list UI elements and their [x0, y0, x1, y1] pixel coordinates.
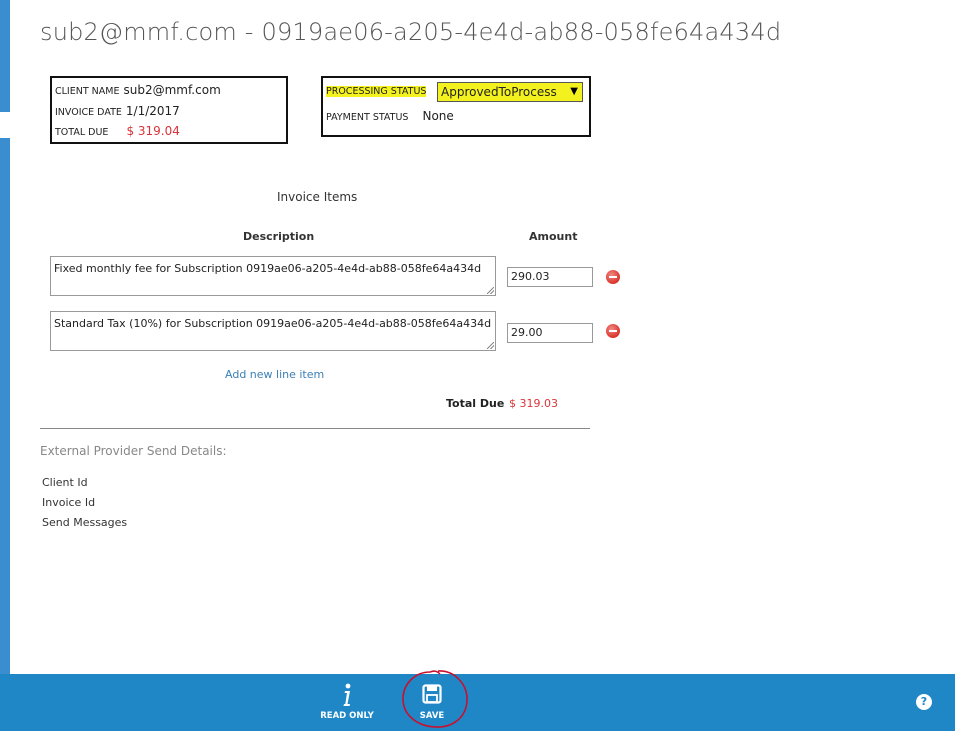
total-due-row: TOTAL DUE $ 319.04 [55, 124, 180, 138]
amount-column-header: Amount [529, 230, 578, 243]
resize-handle-icon[interactable] [487, 287, 494, 294]
invoice-id-label: Invoice Id [42, 496, 96, 509]
payment-status-value: None [422, 109, 454, 123]
invoice-date-label: INVOICE DATE [55, 107, 122, 118]
line-item-description-input[interactable]: Fixed monthly fee for Subscription 0919a… [50, 256, 496, 296]
side-accent-bottom [0, 138, 10, 674]
line-item-amount-input[interactable]: 29.00 [507, 323, 593, 343]
external-provider-title: External Provider Send Details: [40, 444, 227, 458]
save-label: SAVE [419, 711, 445, 721]
read-only-button[interactable]: READ ONLY [317, 674, 377, 731]
info-icon [343, 683, 351, 706]
section-divider [40, 428, 590, 429]
status-info-box: PROCESSING STATUS ApprovedToProcess ▼ PA… [321, 76, 591, 137]
processing-status-select[interactable]: ApprovedToProcess ▼ [437, 82, 583, 102]
remove-line-item-icon[interactable] [606, 324, 620, 338]
description-column-header: Description [243, 230, 315, 243]
invoice-date-row: INVOICE DATE 1/1/2017 [55, 104, 180, 118]
client-name-value: sub2@mmf.com [123, 83, 221, 97]
resize-handle-icon[interactable] [487, 342, 494, 349]
client-info-box: CLIENT NAME sub2@mmf.com INVOICE DATE 1/1/… [50, 76, 288, 144]
line-item-amount-input[interactable]: 290.03 [507, 267, 593, 287]
help-icon[interactable]: ? [916, 694, 932, 710]
line-item-description-input[interactable]: Standard Tax (10%) for Subscription 0919… [50, 311, 496, 351]
command-bar: READ ONLY SAVE [0, 674, 955, 731]
client-id-label: Client Id [42, 476, 88, 489]
save-button[interactable]: SAVE [404, 674, 460, 731]
processing-status-label: PROCESSING STATUS [326, 86, 427, 97]
invoice-items-title: Invoice Items [277, 190, 358, 204]
total-due-label: TOTAL DUE [55, 127, 109, 138]
read-only-label: READ ONLY [320, 711, 374, 721]
items-total-label: Total Due [446, 397, 505, 410]
page-title: sub2@mmf.com - 0919ae06-a205-4e4d-ab88-0… [40, 18, 782, 46]
side-accent-top [0, 0, 10, 112]
invoice-date-value: 1/1/2017 [125, 104, 180, 118]
total-due-value: $ 319.04 [126, 124, 180, 138]
dropdown-arrow-icon: ▼ [570, 86, 578, 97]
save-floppy-icon [422, 684, 442, 704]
send-messages-label: Send Messages [42, 516, 128, 529]
line-item-description-text: Fixed monthly fee for Subscription 0919a… [54, 262, 482, 275]
payment-status-row: PAYMENT STATUS None [326, 109, 454, 123]
client-name-label: CLIENT NAME [55, 86, 120, 97]
processing-status-row: PROCESSING STATUS [326, 86, 427, 97]
client-name-row: CLIENT NAME sub2@mmf.com [55, 83, 221, 97]
remove-line-item-icon[interactable] [606, 270, 620, 284]
processing-status-value: ApprovedToProcess [441, 85, 557, 99]
payment-status-label: PAYMENT STATUS [326, 112, 409, 123]
add-line-item-link[interactable]: Add new line item [225, 368, 324, 381]
items-total-value: $ 319.03 [509, 397, 558, 410]
line-item-description-text: Standard Tax (10%) for Subscription 0919… [54, 317, 492, 330]
